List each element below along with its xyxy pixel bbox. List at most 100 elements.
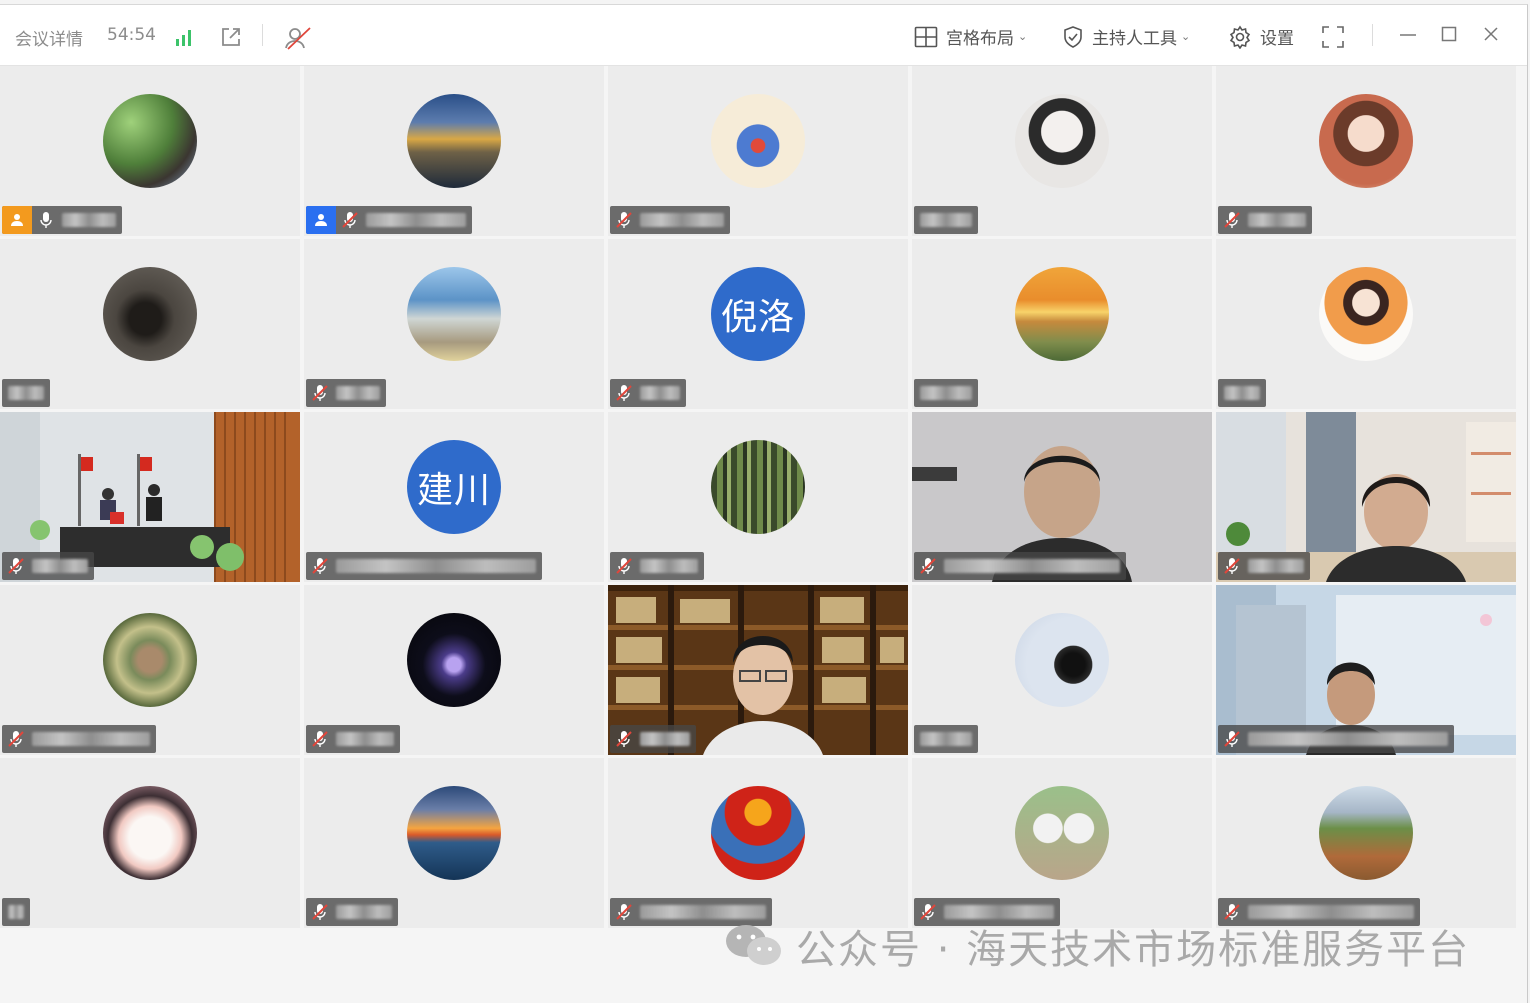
participant-tile[interactable] — [304, 585, 604, 755]
layout-label: 宫格布局 — [946, 29, 1014, 49]
participant-tile[interactable] — [304, 239, 604, 409]
cohost-badge — [306, 206, 336, 234]
participant-video-tile[interactable] — [608, 585, 908, 755]
participant-tile[interactable] — [1216, 239, 1516, 409]
avatar — [407, 94, 501, 188]
participant-video-tile[interactable] — [1216, 412, 1516, 582]
minimize-icon[interactable] — [1398, 27, 1418, 43]
name-bar — [610, 379, 686, 407]
watermark: 公众号 · 海天技术市场标准服务平台 — [724, 917, 1470, 975]
microphone-icon — [32, 206, 60, 234]
host-tools-label: 主持人工具 — [1092, 29, 1177, 49]
participant-name-redacted — [336, 559, 536, 573]
participant-tile[interactable] — [608, 412, 908, 582]
name-bar — [2, 725, 156, 753]
share-out-icon[interactable] — [219, 25, 243, 49]
participant-tile[interactable]: 建川 — [304, 412, 604, 582]
participant-name-redacted — [920, 213, 972, 227]
name-bar — [306, 898, 398, 926]
signal-icon[interactable] — [175, 27, 195, 47]
avatar — [103, 786, 197, 880]
participant-tile[interactable]: 倪洛 — [608, 239, 908, 409]
mic-muted-icon — [306, 552, 334, 580]
participant-name-redacted — [8, 905, 24, 919]
mic-muted-icon — [610, 725, 638, 753]
name-bar — [2, 379, 50, 407]
participant-grid: 倪洛 建川 — [0, 66, 1522, 928]
wechat-icon — [726, 925, 781, 965]
avatar — [407, 267, 501, 361]
elapsed-time-value: 54:54 — [107, 25, 156, 45]
name-bar — [306, 379, 386, 407]
participant-name-redacted — [640, 386, 680, 400]
maximize-icon[interactable] — [1441, 26, 1457, 42]
participant-tile[interactable] — [608, 66, 908, 236]
participant-tile[interactable] — [608, 758, 908, 928]
avatar — [407, 786, 501, 880]
avatar — [711, 786, 805, 880]
name-bar — [914, 379, 978, 407]
mic-muted-icon — [1218, 206, 1246, 234]
name-bar — [610, 552, 704, 580]
avatar — [103, 613, 197, 707]
avatar — [1015, 94, 1109, 188]
participant-name-redacted — [1248, 559, 1304, 573]
participant-tile[interactable] — [0, 239, 300, 409]
name-bar — [306, 552, 542, 580]
person-icon — [11, 214, 23, 226]
mic-muted-icon — [306, 725, 334, 753]
meeting-details-label: 会议详情 — [15, 30, 83, 50]
host-tools-dropdown[interactable]: 主持人工具 ⌄ — [1062, 24, 1190, 49]
chevron-down-icon: ⌄ — [1018, 30, 1028, 43]
name-bar — [914, 552, 1126, 580]
fullscreen-icon[interactable] — [1322, 26, 1344, 48]
participant-name-redacted — [920, 386, 972, 400]
participant-name-redacted — [366, 213, 466, 227]
name-bar — [1218, 379, 1266, 407]
participant-video-tile[interactable] — [912, 412, 1212, 582]
participant-tile[interactable] — [304, 758, 604, 928]
participant-video-tile[interactable] — [0, 412, 300, 582]
participant-tile[interactable] — [0, 758, 300, 928]
settings-button[interactable]: 设置 — [1228, 24, 1294, 49]
participant-tile[interactable] — [912, 585, 1212, 755]
participant-name-redacted — [920, 732, 972, 746]
participant-tile[interactable] — [0, 585, 300, 755]
participant-name-redacted — [1224, 386, 1260, 400]
participant-tile[interactable] — [912, 758, 1212, 928]
mic-muted-icon — [610, 898, 638, 926]
avatar — [1319, 786, 1413, 880]
participant-tile[interactable] — [0, 66, 300, 236]
participant-name-redacted — [8, 386, 44, 400]
mic-muted-icon — [2, 552, 30, 580]
layout-dropdown[interactable]: 宫格布局 ⌄ — [914, 24, 1027, 49]
participant-name-redacted — [336, 905, 392, 919]
grid-layout-icon — [914, 26, 938, 47]
mic-muted-icon — [306, 898, 334, 926]
name-bar — [1218, 552, 1310, 580]
avatar — [1015, 267, 1109, 361]
name-bar — [306, 206, 472, 234]
host-badge — [2, 206, 32, 234]
close-icon[interactable] — [1483, 26, 1499, 42]
watermark-text: 公众号 · 海天技术市场标准服务平台 — [796, 927, 1471, 973]
avatar — [407, 613, 501, 707]
participant-tile[interactable] — [912, 239, 1212, 409]
name-bar — [610, 206, 730, 234]
participant-name-redacted — [1248, 732, 1448, 746]
avatar-initials: 倪洛 — [711, 267, 805, 361]
participant-video-tile[interactable] — [1216, 585, 1516, 755]
avatar — [103, 267, 197, 361]
video-off-icon[interactable] — [283, 25, 313, 51]
participant-tile[interactable] — [912, 66, 1212, 236]
meeting-details-link[interactable]: 会议详情 — [15, 25, 83, 50]
participant-tile[interactable] — [304, 66, 604, 236]
participant-tile[interactable] — [1216, 66, 1516, 236]
avatar — [1015, 613, 1109, 707]
participant-tile[interactable] — [1216, 758, 1516, 928]
gear-icon — [1229, 25, 1251, 49]
name-bar — [914, 206, 978, 234]
participant-name-redacted — [640, 732, 690, 746]
avatar-initials: 建川 — [407, 440, 501, 534]
participant-name-redacted — [62, 213, 116, 227]
